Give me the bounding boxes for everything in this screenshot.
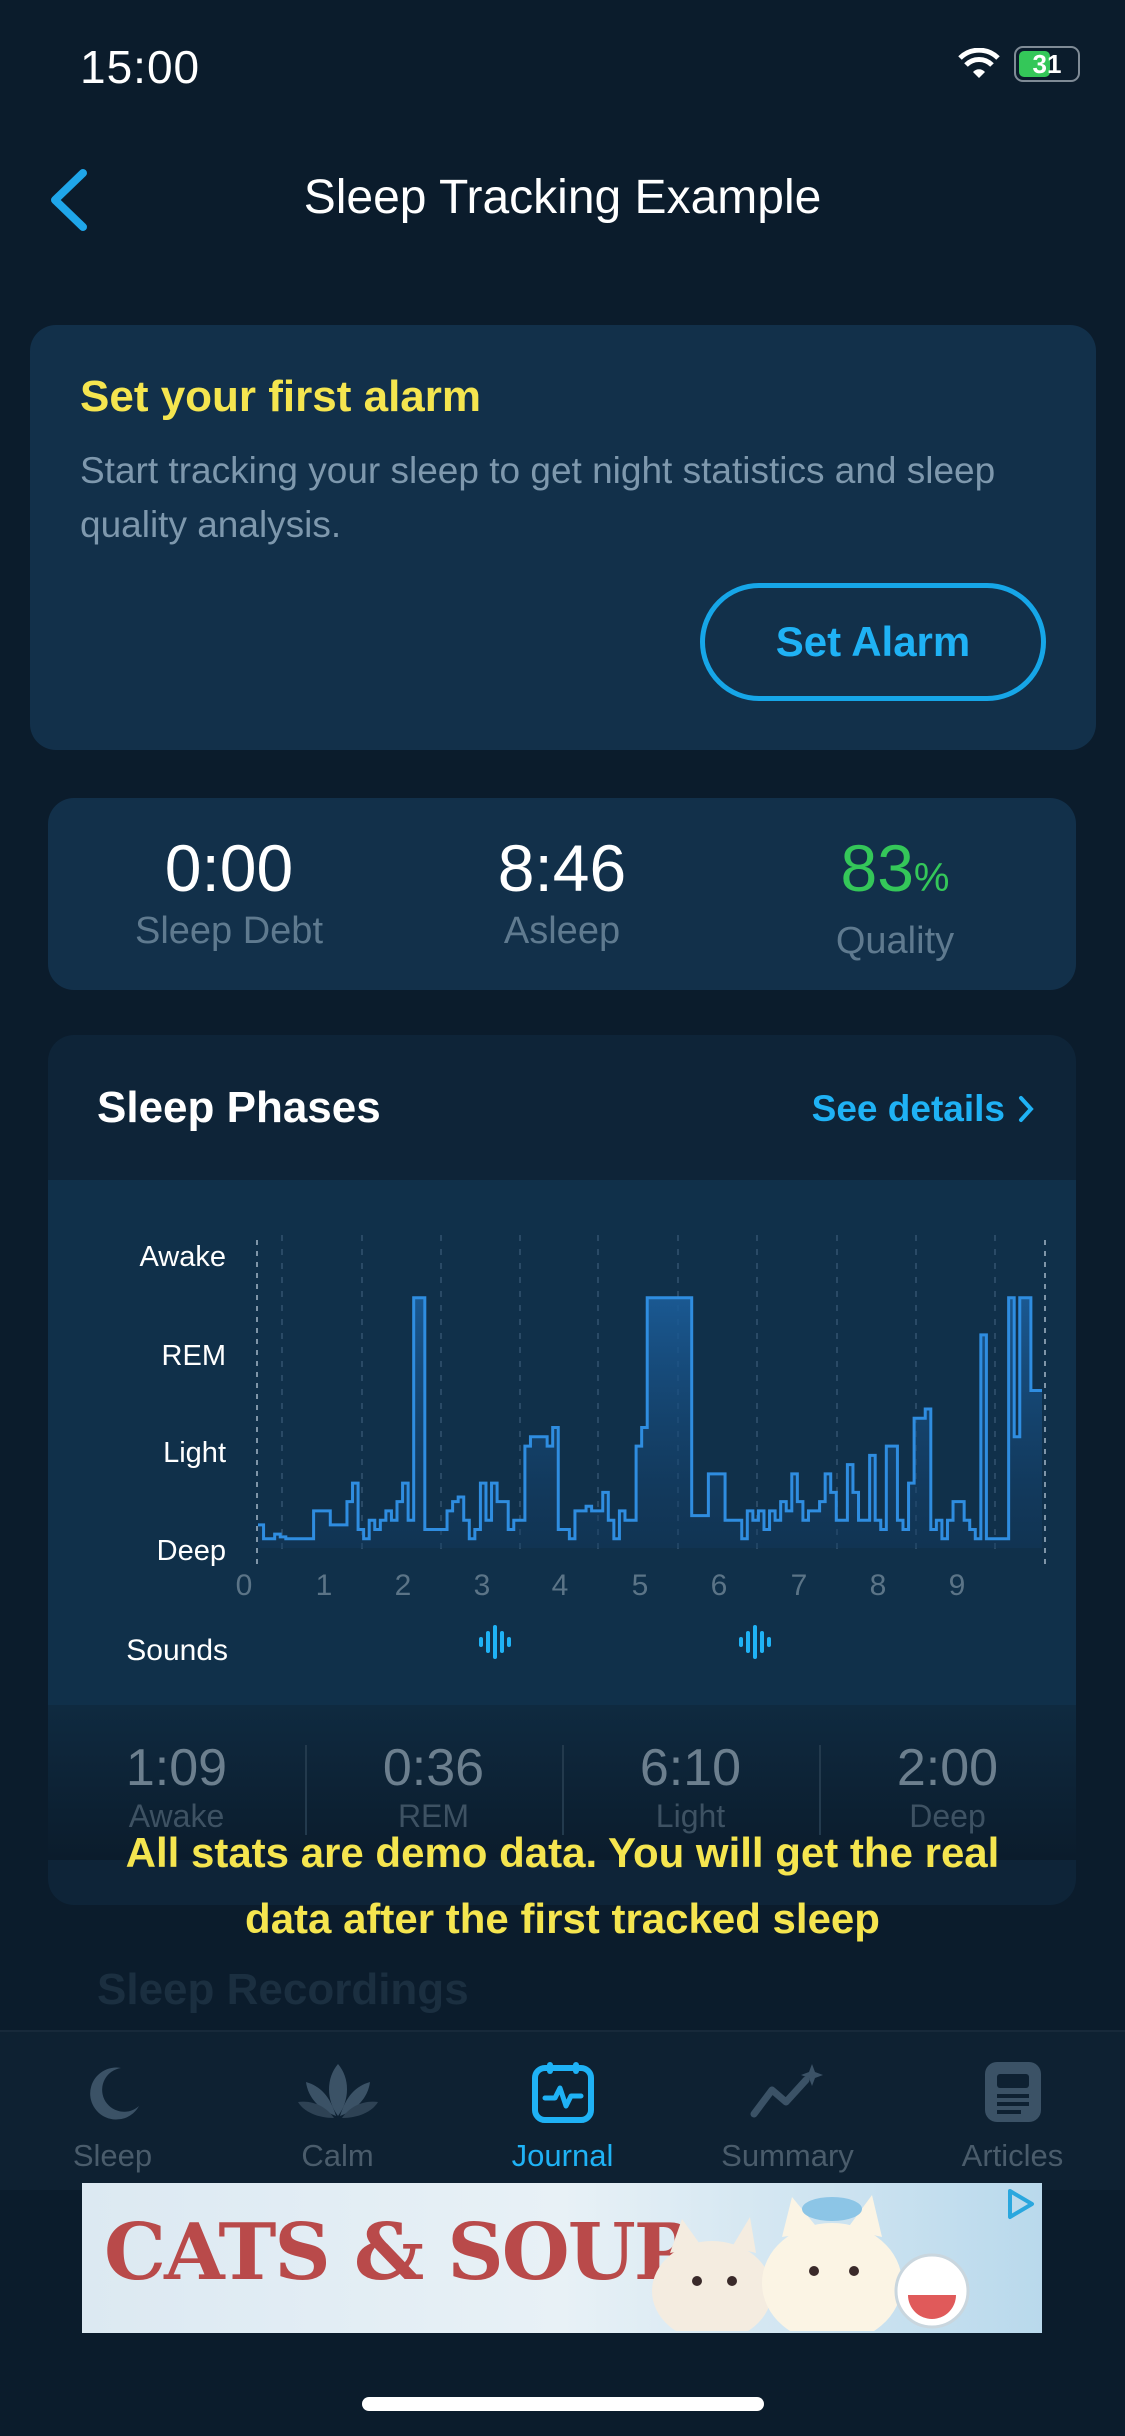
x-axis-tick: 4: [552, 1569, 569, 1602]
page-title: Sleep Tracking Example: [303, 171, 822, 224]
alarm-card-title: Set your first alarm: [80, 372, 482, 421]
stat-label: Quality: [835, 920, 955, 962]
tab-label: Sleep: [72, 2138, 153, 2173]
tab-label: Summary: [721, 2138, 854, 2173]
chevron-right-icon: [1019, 1096, 1034, 1122]
x-axis-tick: 3: [474, 1569, 491, 1602]
stat-unit: %: [913, 856, 950, 900]
total-value: 2:00: [896, 1739, 999, 1797]
demo-data-note: All stats are demo data. You will get th…: [125, 1829, 1000, 1942]
trend-sparkle-icon: [750, 2064, 823, 2118]
x-axis-tick: 5: [632, 1569, 649, 1602]
stat-value: 8:46: [497, 831, 627, 905]
tab-articles[interactable]: Articles: [900, 2052, 1125, 2174]
x-axis-tick: 7: [791, 1569, 808, 1602]
tab-label: Calm: [301, 2138, 374, 2173]
battery-icon: 31: [1014, 46, 1080, 82]
x-axis-tick: 2: [395, 1569, 412, 1602]
stat-quality: 83% Quality: [725, 828, 1065, 964]
set-alarm-button[interactable]: Set Alarm: [700, 583, 1046, 701]
x-axis-tick: 0: [236, 1569, 253, 1602]
battery-level: 31: [1032, 48, 1062, 79]
see-details-link[interactable]: See details: [812, 1088, 1035, 1130]
y-axis-label: REM: [162, 1340, 226, 1372]
x-axis-tick: 9: [949, 1569, 966, 1602]
x-axis-tick: 6: [711, 1569, 728, 1602]
tab-journal[interactable]: Journal: [450, 2052, 675, 2174]
home-indicator: [362, 2397, 764, 2411]
sounds-label: Sounds: [126, 1634, 228, 1667]
see-details-label: See details: [811, 1088, 1005, 1129]
stat-value: 0:00: [164, 831, 294, 905]
tab-sleep[interactable]: Sleep: [0, 2052, 225, 2174]
wifi-icon: [958, 48, 1000, 78]
sleep-phases-chart: Awake REM Light Deep 0 1 2 3 4 5 6 7 8 9 Sounds: [126, 1235, 1046, 1667]
calendar-pulse-icon: [531, 2062, 594, 2123]
total-value: 0:36: [382, 1739, 485, 1797]
tab-label: Journal: [511, 2138, 614, 2173]
total-value: 1:09: [125, 1739, 228, 1797]
moon-icon: [89, 2067, 139, 2120]
ad-text: CATS & SOUP: [104, 2207, 692, 2298]
sleep-recordings-title: Sleep Recordings: [97, 1965, 469, 2014]
tab-label: Articles: [961, 2138, 1064, 2173]
stat-label: Asleep: [503, 910, 621, 952]
article-icon: [984, 2062, 1041, 2122]
tab-summary[interactable]: Summary: [675, 2052, 900, 2174]
x-axis-tick: 8: [870, 1569, 887, 1602]
ad-choices-icon[interactable]: [1002, 2187, 1036, 2221]
stat-asleep: 8:46 Asleep: [392, 828, 732, 954]
status-icons: 31: [958, 46, 1080, 82]
y-axis-label: Light: [163, 1437, 226, 1469]
total-value: 6:10: [639, 1739, 742, 1797]
sleep-phases-title: Sleep Phases: [97, 1083, 381, 1132]
sound-event-icon[interactable]: [479, 1625, 511, 1659]
ad-banner[interactable]: CATS & SOUP: [82, 2183, 1042, 2333]
status-time: 15:00: [80, 41, 201, 93]
stat-label: Sleep Debt: [134, 910, 323, 952]
y-axis-label: Awake: [139, 1241, 226, 1273]
stat-sleep-debt: 0:00 Sleep Debt: [59, 828, 399, 954]
cat-illustration: [652, 2195, 970, 2331]
y-axis-label: Deep: [157, 1535, 226, 1567]
stat-value: 83: [840, 831, 914, 905]
sound-event-icon[interactable]: [739, 1625, 771, 1659]
sleep-phases-area: [258, 1297, 1042, 1548]
alarm-card-description: Start tracking your sleep to get night s…: [80, 450, 996, 545]
lotus-icon: [297, 2064, 378, 2118]
x-axis-tick: 1: [316, 1569, 333, 1602]
tab-calm[interactable]: Calm: [225, 2052, 450, 2174]
